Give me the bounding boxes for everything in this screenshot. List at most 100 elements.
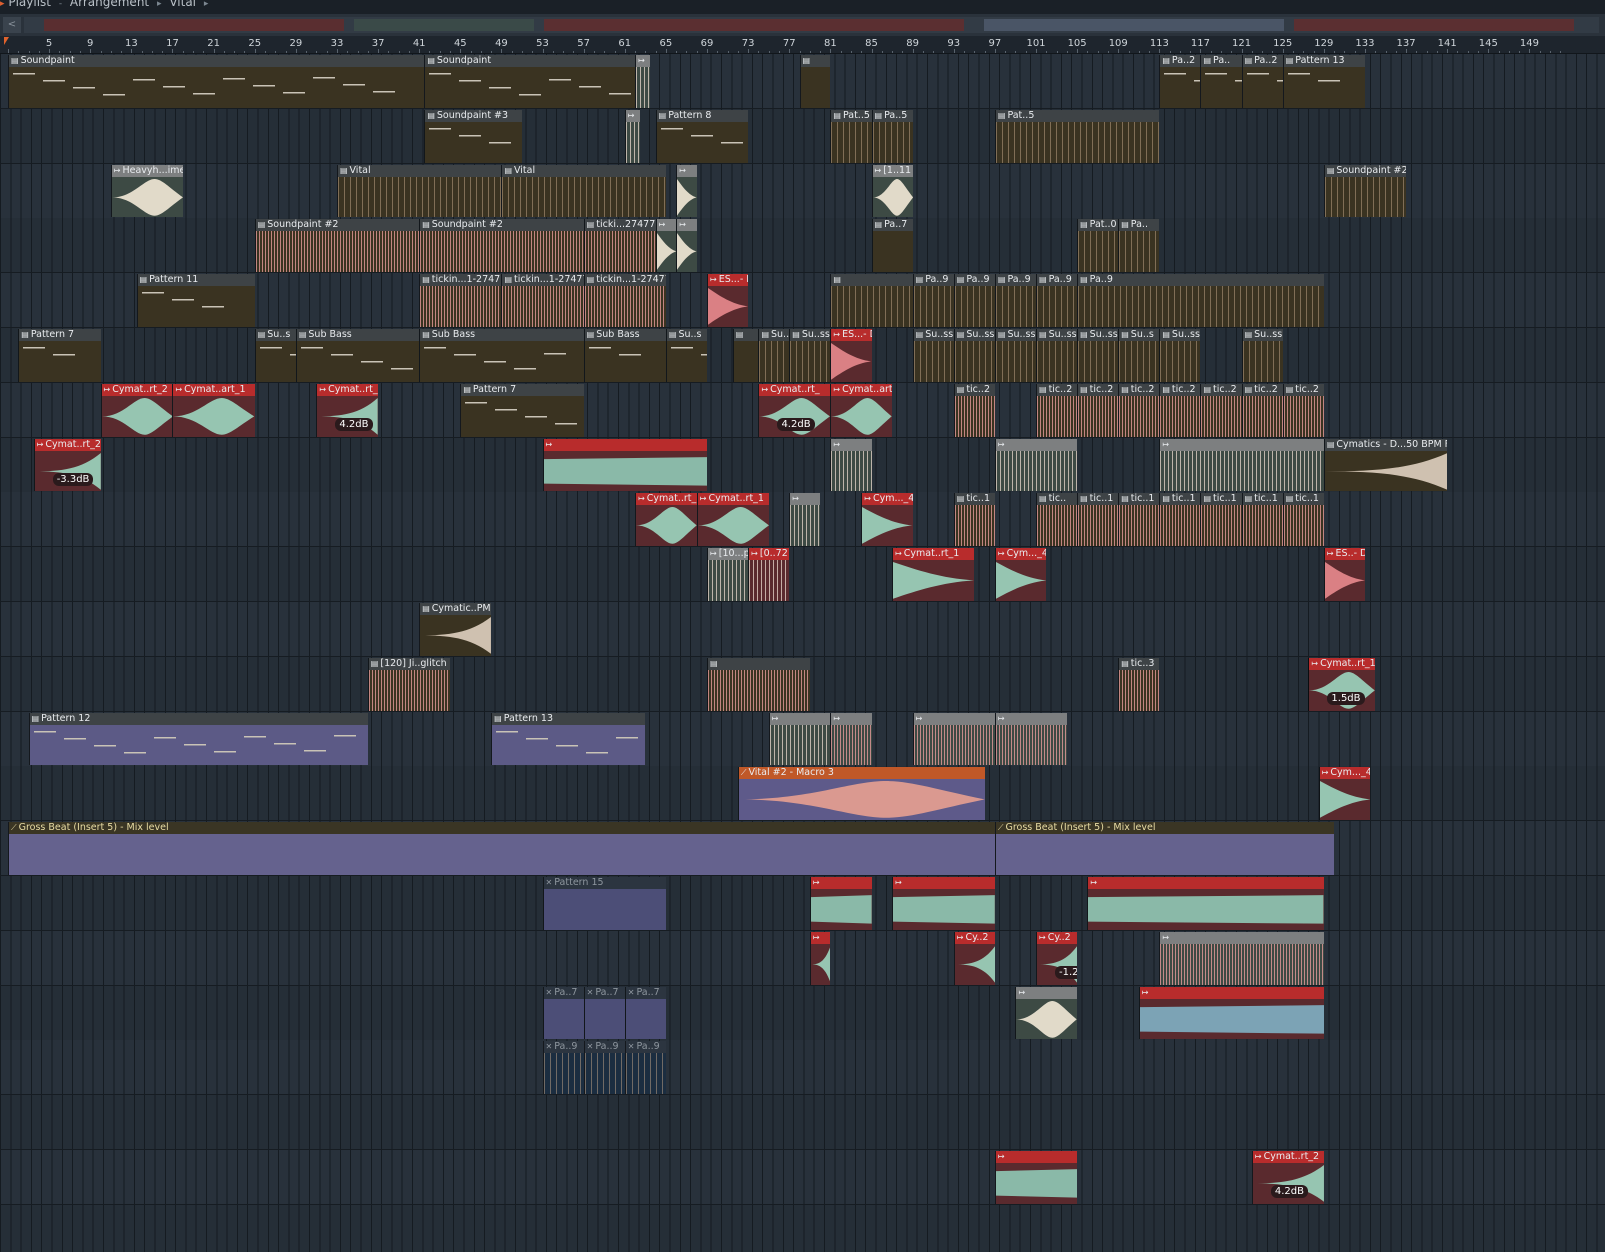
pattern-clip[interactable]: ▤ tic..2 (1077, 383, 1119, 437)
clip-header[interactable]: ↦ (995, 438, 1078, 451)
clip-header[interactable]: ↦ (677, 219, 697, 232)
pattern-clip[interactable]: ▤Su..s (758, 329, 790, 382)
audio-clip[interactable]: ↦ (789, 493, 821, 547)
pattern-clip[interactable]: ▤ (732, 329, 759, 382)
clip-header[interactable]: ▤ (800, 55, 831, 67)
clip-header[interactable]: ▤ Su..ss (1037, 329, 1078, 341)
clip-header[interactable]: ▤ Su..ss (954, 329, 995, 341)
clip-header[interactable]: ↦Cymat..rt_2 (1252, 1151, 1324, 1163)
clip-header[interactable]: ↦ Cymat..rt_1 (697, 493, 769, 506)
clip-header[interactable]: ⟋ Vital #2 - Macro 3 (738, 767, 985, 780)
pattern-clip[interactable]: ▤Su..s (254, 329, 296, 382)
audio-clip[interactable]: ▤ Pattern 13 (491, 712, 646, 766)
clip-header[interactable]: ↦ (677, 164, 697, 177)
clip-header[interactable]: ▤ tickin...1-27477 (502, 274, 584, 287)
audio-clip[interactable]: ↦ Cym..._4 (861, 493, 913, 547)
clip-header[interactable]: ▤ tic..1 (954, 493, 995, 506)
clip-header[interactable]: ▤ tic..3 (1119, 657, 1160, 670)
clip-header[interactable]: ▤ Pat..0 (1078, 219, 1119, 232)
audio-clip[interactable]: ↦ (1015, 986, 1078, 1040)
clip-header[interactable]: ▤ (708, 657, 810, 670)
clip-header[interactable]: ▤ Pa.. (1201, 55, 1242, 67)
audio-clip[interactable]: ↦ [10...p (707, 548, 749, 601)
pattern-clip[interactable]: ▤ Pa..9 (1036, 274, 1078, 327)
pattern-clip[interactable]: ▤ Soundpaint #2 (419, 219, 584, 273)
audio-clip[interactable]: ↦ Cymat..art_1 (172, 383, 255, 437)
pattern-clip[interactable]: ▤ tic..2 (1159, 383, 1201, 437)
pattern-clip[interactable]: ▤ Pa..7 (871, 219, 913, 273)
playlist-track-17[interactable] (0, 930, 1605, 986)
clip-header[interactable]: ↦Cymat..rt_2 (317, 383, 379, 396)
clip-header[interactable]: ▤ Su..ss (995, 329, 1036, 341)
muted-pattern-clip[interactable]: ✕ Pattern 15 (542, 877, 666, 930)
audio-clip[interactable]: ↦Cymat..rt_2 4.2dB (316, 383, 379, 437)
pattern-clip[interactable]: ▤ Sub Bass (295, 329, 420, 382)
clip-header[interactable]: ↦ (810, 877, 872, 889)
playlist-track-2[interactable] (0, 108, 1605, 164)
clip-header[interactable]: ▤ Pat..5 (995, 109, 1160, 122)
audio-clip[interactable]: ↦ Cymat..rt_2 -3.3dB (33, 438, 101, 492)
audio-clip[interactable]: ↦Cy..2 -1.2dB (1036, 931, 1078, 985)
clip-header[interactable]: ⟋ Gross Beat (Insert 5) - Mix level (995, 822, 1335, 835)
pattern-clip[interactable]: ▤ ticki...27477 (583, 219, 656, 273)
clip-header[interactable]: ▤ Soundpaint (425, 55, 636, 67)
clip-header[interactable]: ✕ Pa..9 (584, 1041, 625, 1054)
clip-header[interactable]: ↦ (1016, 986, 1078, 999)
audio-clip[interactable]: ↦ES...- D (830, 329, 872, 382)
audio-clip[interactable]: ↦ Cymat..rt_2 (100, 383, 173, 437)
clip-header[interactable]: ↦ ES..- D (1324, 548, 1365, 561)
clip-header[interactable]: ↦ (995, 1151, 1078, 1163)
clip-header[interactable]: ↦ (913, 712, 995, 725)
pattern-clip[interactable]: ▤ (707, 657, 810, 711)
playlist-track-16[interactable] (0, 876, 1605, 931)
clip-header[interactable]: ▤ (733, 329, 759, 341)
audio-clip[interactable]: ↦ Cymat..rt_1 1.5dB (1308, 657, 1376, 711)
clip-header[interactable]: ▤ tickin...1-27477 (420, 274, 502, 287)
pattern-clip[interactable]: ▤ Su..ss (1159, 329, 1201, 382)
audio-clip[interactable]: ↦ (892, 877, 995, 930)
clip-header[interactable]: ↦ Cymat..rt_1 (893, 548, 975, 561)
pattern-clip[interactable]: ▤ tic..2 (953, 383, 995, 437)
clip-header[interactable]: ▤ Pattern 7 (461, 383, 584, 396)
audio-clip[interactable]: ↦ [1..11 (871, 164, 913, 218)
pattern-clip[interactable]: ▤ Pa..9 (994, 274, 1036, 327)
automation-clip[interactable]: ⟋ Gross Beat (Insert 5) - Mix level (994, 822, 1335, 875)
audio-clip[interactable]: ↦ (994, 1151, 1078, 1204)
pattern-clip[interactable]: ▤ Pattern 11 (136, 274, 255, 327)
pattern-clip[interactable]: ▤ tic.. (1036, 493, 1078, 547)
playlist-track-11[interactable] (0, 602, 1605, 657)
clip-header[interactable]: ▤ Pa..2 (1160, 55, 1201, 67)
playlist-track-20[interactable] (0, 1095, 1605, 1151)
pattern-clip[interactable]: ▤ Pattern 8 (655, 109, 749, 163)
pattern-clip[interactable]: ▤ Pa..2 (1159, 55, 1201, 108)
clip-header[interactable]: ▤ Su..ss (1242, 329, 1283, 341)
pattern-clip[interactable]: ▤ Pat..0 (1077, 219, 1119, 273)
clip-header[interactable]: ▤ tic..2 (954, 383, 995, 396)
audio-clip[interactable]: ↦ Cymat..rt_1 (892, 548, 975, 601)
clip-header[interactable]: ↦ (810, 931, 831, 944)
audio-clip[interactable]: ↦ (912, 712, 995, 766)
clip-header[interactable]: ▤ ticki...27477 (584, 219, 656, 232)
audio-clip[interactable]: ↦ (1159, 931, 1324, 985)
pattern-clip[interactable]: ▤ (830, 274, 913, 327)
clip-header[interactable]: ↦ Cymat..art_ (831, 383, 893, 396)
clip-header[interactable]: ▤ Vital (502, 164, 666, 177)
audio-clip[interactable]: ↦ Cym..._4 (994, 548, 1047, 601)
clip-header[interactable]: ↦ (1088, 877, 1324, 889)
clip-header[interactable]: ▤Su..s (759, 329, 790, 341)
automation-clip[interactable]: ⟋ Gross Beat (Insert 5) - Mix level (8, 822, 995, 875)
playlist-track-18[interactable] (0, 985, 1605, 1041)
pattern-clip[interactable]: ▤ Pa..2 (1241, 55, 1283, 108)
pattern-clip[interactable]: ▤ Vital (336, 164, 502, 218)
audio-clip[interactable]: ↦ (768, 712, 831, 766)
pattern-clip[interactable]: ▤ tickin...1-27477 (419, 274, 502, 327)
clip-header[interactable]: ▤ Pat..5 (831, 109, 872, 122)
clip-header[interactable]: ↦ (656, 219, 677, 232)
clip-header[interactable]: ↦ Cym..._4 (995, 548, 1047, 561)
clip-header[interactable]: ✕ Pa..9 (543, 1041, 584, 1054)
audio-clip[interactable]: ↦ Cym..._4 (1318, 767, 1371, 821)
clip-header[interactable]: ✕ Pa..9 (625, 1041, 666, 1054)
automation-clip[interactable]: ⟋ Vital #2 - Macro 3 (737, 767, 985, 821)
scroll-left-button[interactable]: < (3, 17, 21, 33)
clip-header[interactable]: ↦ (893, 877, 995, 889)
